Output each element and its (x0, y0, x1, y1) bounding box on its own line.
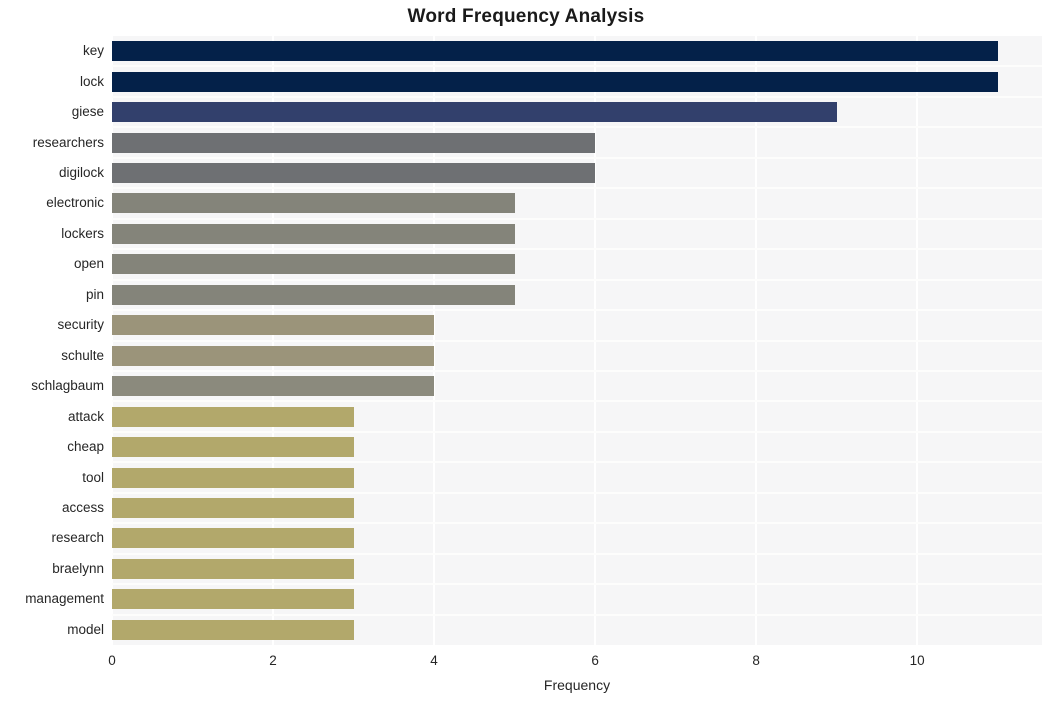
bar-management[interactable] (112, 589, 354, 610)
bar-attack[interactable] (112, 406, 354, 427)
y-tick-label-access: access (61, 499, 104, 515)
gridline-row (112, 522, 1042, 525)
bar-schulte[interactable] (112, 345, 435, 366)
bar-lockers[interactable] (112, 223, 515, 244)
y-tick-label-schulte: schulte (61, 347, 104, 363)
gridline-row (112, 217, 1042, 220)
y-tick-label-digilock: digilock (58, 165, 104, 181)
y-tick-label-researchers: researchers (32, 134, 104, 150)
gridline-row (112, 95, 1042, 98)
x-tick-label-10: 10 (909, 653, 925, 668)
bar-lock[interactable] (112, 71, 998, 92)
x-axis: 0 2 4 6 8 10 Frequency (0, 645, 1052, 701)
gridline-row (112, 369, 1042, 372)
bar-access[interactable] (112, 497, 354, 518)
y-tick-label-braelynn: braelynn (52, 560, 104, 576)
bar-model[interactable] (112, 619, 354, 640)
bar-cheap[interactable] (112, 437, 354, 458)
bar-researchers[interactable] (112, 132, 596, 153)
y-tick-label-electronic: electronic (46, 195, 104, 211)
x-tick-label-8: 8 (752, 653, 760, 668)
x-tick-label-2: 2 (269, 653, 277, 668)
y-tick-label-model: model (67, 621, 104, 637)
bar-research[interactable] (112, 528, 354, 549)
gridline-row (112, 400, 1042, 403)
x-tick-label-0: 0 (108, 653, 116, 668)
bar-security[interactable] (112, 315, 435, 336)
y-axis-category-labels: key lock giese researchers digilock electroni… (0, 36, 104, 645)
y-tick-label-management: management (25, 591, 104, 607)
gridline-row (112, 552, 1042, 555)
gridline-row (112, 491, 1042, 494)
y-tick-label-key: key (82, 43, 104, 59)
gridline-row (112, 65, 1042, 68)
gridline-row (112, 430, 1042, 433)
bar-digilock[interactable] (112, 163, 596, 184)
bar-open[interactable] (112, 254, 515, 275)
y-tick-label-research: research (51, 530, 104, 546)
y-tick-label-lockers: lockers (61, 225, 104, 241)
word-frequency-chart: Word Frequency Analysis key lock giese rese… (0, 0, 1052, 701)
bar-key[interactable] (112, 41, 998, 62)
x-tick-label-4: 4 (430, 653, 438, 668)
chart-title: Word Frequency Analysis (407, 6, 645, 27)
gridline-row (112, 187, 1042, 190)
gridline-row (112, 309, 1042, 312)
bar-schlagbaum[interactable] (112, 376, 435, 397)
y-tick-label-lock: lock (79, 73, 104, 89)
y-tick-label-security: security (57, 317, 104, 333)
bar-tool[interactable] (112, 467, 354, 488)
y-tick-label-open: open (73, 256, 104, 272)
gridline-row (112, 248, 1042, 251)
bar-pin[interactable] (112, 284, 515, 305)
gridline-row (112, 339, 1042, 342)
bar-braelynn[interactable] (112, 558, 354, 579)
y-tick-label-schlagbaum: schlagbaum (31, 378, 104, 394)
bar-electronic[interactable] (112, 193, 515, 214)
plot-area (112, 36, 1042, 645)
y-tick-label-attack: attack (67, 408, 104, 424)
gridline-row (112, 278, 1042, 281)
y-tick-label-tool: tool (82, 469, 104, 485)
x-axis-title: Frequency (543, 677, 611, 693)
gridline-row (112, 583, 1042, 586)
gridline-row (112, 461, 1042, 464)
y-tick-label-giese: giese (71, 104, 104, 120)
y-tick-label-cheap: cheap (67, 439, 104, 455)
gridline-row (112, 613, 1042, 616)
y-tick-label-pin: pin (85, 286, 104, 302)
gridline-row (112, 126, 1042, 129)
x-tick-label-6: 6 (591, 653, 599, 668)
bar-giese[interactable] (112, 102, 837, 123)
gridline-row (112, 156, 1042, 159)
